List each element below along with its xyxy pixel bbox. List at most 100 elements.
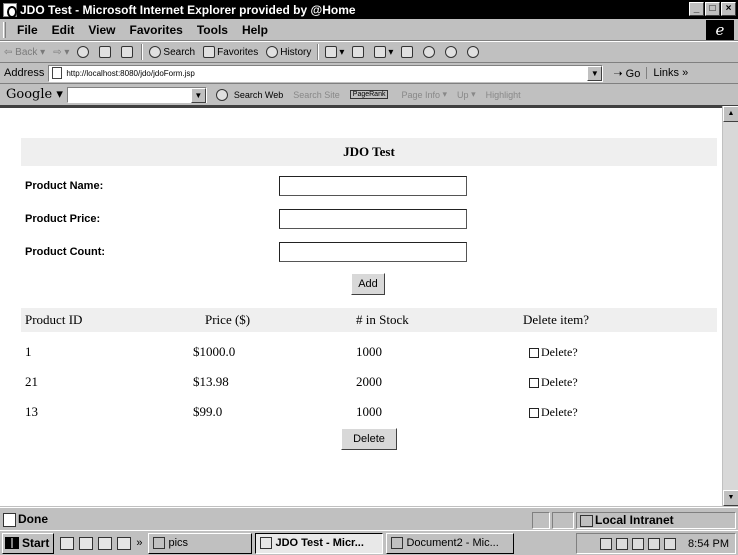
mail-button[interactable]: ▾: [321, 46, 348, 58]
product-count-row: Product Count:: [21, 242, 717, 266]
volume-icon[interactable]: [600, 537, 613, 550]
back-label: ⇦ Back: [4, 46, 38, 58]
links-button[interactable]: Links »: [646, 67, 688, 79]
search-button[interactable]: Search: [145, 46, 199, 58]
taskbar: Start » pics JDO Test - Micr... Document…: [0, 530, 738, 555]
go-button[interactable]: ➝ Go: [603, 67, 646, 80]
pagerank-label: PageRank: [349, 90, 389, 99]
address-input[interactable]: http://localhost:8080/jdo/jdoForm.jsp ▼: [48, 64, 604, 82]
edit-button[interactable]: ▾: [370, 46, 397, 58]
product-name-row: Product Name:: [21, 176, 717, 200]
toolbar-separator: [317, 44, 320, 60]
history-label: History: [280, 46, 312, 58]
google-logo[interactable]: Google ▾: [0, 87, 65, 102]
product-name-input[interactable]: [279, 176, 467, 196]
product-count-label: Product Count:: [25, 246, 106, 258]
minimize-button[interactable]: _: [689, 2, 704, 16]
product-price-input[interactable]: [279, 209, 467, 229]
desktop-icon[interactable]: [60, 536, 75, 550]
col-price: Price ($): [205, 312, 251, 327]
scroll-up-icon[interactable]: ▲: [723, 106, 738, 122]
taskbar-item-pics[interactable]: pics: [148, 532, 253, 554]
col-delete-item: Delete item?: [523, 312, 590, 327]
menu-edit[interactable]: Edit: [45, 23, 82, 37]
start-button[interactable]: Start: [2, 532, 55, 554]
price-cell: $13.98: [193, 374, 229, 389]
menu-favorites[interactable]: Favorites: [122, 23, 189, 37]
messenger-button[interactable]: [419, 46, 441, 58]
home-button[interactable]: [117, 46, 139, 58]
address-dropdown-icon[interactable]: ▼: [587, 65, 603, 81]
refresh-button[interactable]: [95, 46, 117, 58]
delete-checkbox-label: Delete?: [541, 345, 578, 359]
google-logo-text: Google: [6, 87, 53, 102]
google-search-dropdown-icon[interactable]: ▼: [190, 87, 206, 103]
search-site-button[interactable]: Search Site: [288, 90, 345, 100]
scroll-down-icon[interactable]: ▼: [723, 490, 738, 506]
menu-file[interactable]: File: [10, 23, 45, 37]
network-icon[interactable]: [616, 537, 629, 550]
outlook-icon[interactable]: [98, 536, 113, 550]
google-search-input[interactable]: ▼: [66, 86, 207, 103]
back-button[interactable]: ⇦ Back ▾: [0, 47, 49, 58]
delete-button[interactable]: Delete: [341, 428, 397, 450]
menu-help[interactable]: Help: [235, 23, 275, 37]
checkbox-icon[interactable]: [529, 347, 539, 358]
messenger-tray-icon[interactable]: [632, 537, 645, 550]
menu-grip[interactable]: [3, 21, 6, 38]
col-in-stock: # in Stock: [356, 312, 409, 327]
user-button[interactable]: [441, 46, 463, 58]
menu-view[interactable]: View: [81, 23, 122, 37]
mail-icon: [325, 46, 338, 58]
search-icon: [149, 46, 162, 58]
search-web-button[interactable]: Search Web: [207, 88, 288, 101]
add-button[interactable]: Add: [351, 273, 385, 295]
pagerank-indicator[interactable]: PageRank: [345, 90, 397, 99]
clock[interactable]: 8:54 PM: [688, 538, 729, 550]
taskbar-item-label: pics: [168, 537, 189, 549]
server-icon[interactable]: [664, 537, 677, 550]
quick-launch-more[interactable]: »: [136, 537, 142, 549]
address-url[interactable]: http://localhost:8080/jdo/jdoForm.jsp: [66, 69, 195, 78]
search-label: Search: [163, 46, 196, 58]
chat-button[interactable]: [463, 46, 485, 58]
page-info-button[interactable]: Page Info ▾: [396, 89, 452, 100]
delete-checkbox[interactable]: Delete?: [529, 375, 578, 390]
status-panel: [532, 512, 550, 529]
close-button[interactable]: ×: [721, 2, 736, 16]
ie-window-icon[interactable]: [3, 2, 17, 18]
product-count-input[interactable]: [279, 242, 467, 262]
app-icon[interactable]: [117, 536, 132, 550]
favorites-button[interactable]: Favorites: [199, 46, 262, 58]
checkbox-icon[interactable]: [529, 377, 539, 388]
vertical-scrollbar[interactable]: ▲ ▼: [722, 106, 738, 506]
delete-checkbox[interactable]: Delete?: [529, 405, 578, 420]
page-info-label: Page Info: [401, 89, 441, 100]
product-id-cell: 21: [25, 374, 38, 389]
ie-icon[interactable]: [79, 536, 94, 550]
quick-launch: »: [54, 536, 148, 550]
ie-logo-icon: e: [706, 20, 734, 40]
stop-button[interactable]: [73, 46, 95, 58]
discuss-button[interactable]: [397, 46, 419, 58]
page-icon: [52, 67, 63, 79]
status-text: Done: [0, 512, 48, 527]
checkbox-icon[interactable]: [529, 407, 539, 418]
product-price-row: Product Price:: [21, 209, 717, 233]
product-name-label: Product Name:: [25, 180, 104, 192]
taskbar-item-document2[interactable]: Document2 - Mic...: [386, 532, 515, 554]
maximize-button[interactable]: □: [705, 2, 720, 16]
binoculars-icon: [215, 88, 228, 101]
print-button[interactable]: [348, 46, 370, 58]
highlight-button[interactable]: Highlight: [481, 90, 526, 100]
search-site-label: Search Site: [293, 89, 340, 100]
forward-icon: ⇨: [53, 46, 62, 58]
taskbar-item-jdo-test[interactable]: JDO Test - Micr...: [255, 532, 384, 554]
history-button[interactable]: History: [262, 46, 315, 58]
up-button[interactable]: Up ▾: [452, 89, 481, 100]
word-icon: [391, 537, 404, 549]
calendar-icon[interactable]: [648, 537, 661, 550]
forward-button[interactable]: ⇨ ▾: [49, 47, 73, 58]
menu-tools[interactable]: Tools: [190, 23, 235, 37]
delete-checkbox[interactable]: Delete?: [529, 345, 578, 360]
